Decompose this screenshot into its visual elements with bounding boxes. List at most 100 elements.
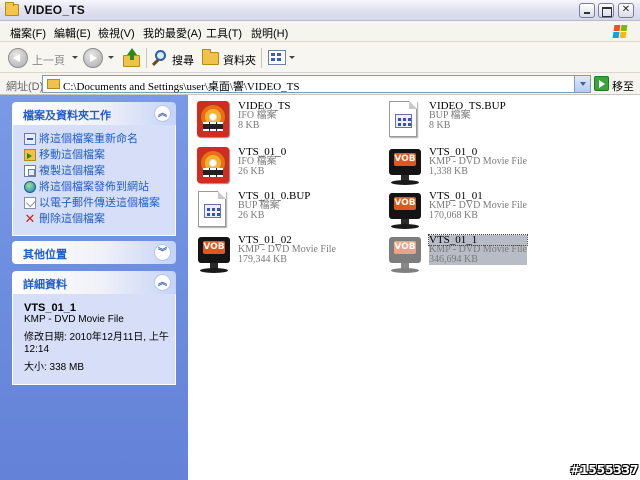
details-header[interactable]: 詳細資料 ︽ — [12, 271, 176, 294]
vob-file-icon: VOB — [196, 235, 230, 273]
folders-label[interactable]: 資料夾 — [223, 52, 256, 68]
menu-view[interactable]: 檢視(V) — [98, 25, 135, 41]
maximize-button[interactable] — [598, 3, 614, 18]
task-pane: 檔案及資料夾工作 ︽ 將這個檔案重新命名 移動這個檔案 複製這個檔案 將這個檔案… — [0, 95, 188, 480]
file-size: 179,344 KB — [238, 254, 287, 265]
details-modified-time: 12:14 — [24, 344, 50, 355]
search-icon[interactable] — [151, 50, 168, 67]
task-label[interactable]: 複製這個檔案 — [39, 165, 105, 177]
details-body: VTS_01_1 KMP - DVD Movie File 修改日期: 2010… — [12, 294, 176, 385]
file-tasks-header[interactable]: 檔案及資料夾工作 ︽ — [12, 102, 176, 125]
details-file-type: KMP - DVD Movie File — [24, 314, 124, 325]
move-icon — [24, 149, 36, 161]
forward-dropdown-icon[interactable] — [108, 56, 114, 59]
back-label[interactable]: 上一頁 — [32, 52, 65, 68]
file-size: 26 KB — [238, 210, 265, 221]
collapse-icon[interactable]: ︽ — [154, 105, 171, 122]
expand-icon[interactable]: ︾ — [154, 244, 171, 261]
file-tasks-body: 將這個檔案重新命名 移動這個檔案 複製這個檔案 將這個檔案發佈到網站 以電子郵件… — [12, 125, 176, 236]
file-item[interactable]: VOB VTS_01_01 KMP - DVD Movie File 170,068… — [383, 189, 573, 233]
bup-file-icon — [387, 101, 421, 139]
other-places-header[interactable]: 其他位置 ︾ — [12, 241, 176, 264]
task-move[interactable]: 移動這個檔案 — [13, 147, 175, 163]
file-tasks-panel: 檔案及資料夾工作 ︽ 將這個檔案重新命名 移動這個檔案 複製這個檔案 將這個檔案… — [12, 102, 176, 236]
address-input[interactable]: C:\Documents and Settings\user\桌面\響\VIDE… — [42, 75, 591, 93]
file-size: 26 KB — [238, 166, 265, 177]
search-label[interactable]: 搜尋 — [172, 52, 194, 68]
views-dropdown-icon[interactable] — [289, 56, 295, 59]
other-places-panel: 其他位置 ︾ — [12, 241, 176, 264]
rename-icon — [24, 133, 36, 145]
file-size: 346,694 KB — [429, 254, 478, 265]
file-item[interactable]: VTS_01_0.BUP BUP 檔案 26 KB — [192, 189, 382, 233]
task-label[interactable]: 移動這個檔案 — [39, 149, 105, 161]
details-file-name: VTS_01_1 — [24, 302, 76, 314]
delete-icon: ✕ — [24, 211, 36, 226]
menu-file[interactable]: 檔案(F) — [10, 25, 46, 41]
details-size: 大小: 338 MB — [24, 362, 85, 373]
ifo-file-icon — [196, 147, 230, 185]
file-item[interactable]: VOB VTS_01_0 KMP - DVD Movie File 1,338 KB — [383, 145, 573, 189]
folders-icon[interactable] — [202, 49, 219, 65]
task-label[interactable]: 將這個檔案發佈到網站 — [39, 181, 149, 193]
address-path[interactable]: C:\Documents and Settings\user\桌面\響\VIDE… — [63, 78, 299, 94]
menu-bar: 檔案(F) 編輯(E) 檢視(V) 我的最愛(A) 工具(T) 說明(H) — [0, 21, 640, 42]
file-item[interactable]: VIDEO_TS.BUP BUP 檔案 8 KB — [383, 99, 573, 143]
forward-button[interactable] — [83, 48, 103, 68]
details-title: 詳細資料 — [23, 279, 67, 291]
folder-icon — [47, 79, 60, 89]
watermark: #1555337 — [570, 463, 639, 477]
minimize-button[interactable] — [579, 3, 595, 18]
file-size: 170,068 KB — [429, 210, 478, 221]
views-icon[interactable] — [268, 50, 286, 65]
collapse-icon[interactable]: ︽ — [154, 274, 171, 291]
details-panel: 詳細資料 ︽ VTS_01_1 KMP - DVD Movie File 修改日… — [12, 271, 176, 385]
vob-file-icon: VOB — [387, 191, 421, 229]
vob-file-icon: VOB — [387, 235, 421, 273]
go-button[interactable]: 移至 — [612, 78, 634, 94]
toolbar-separator — [261, 48, 262, 68]
file-list: VIDEO_TS IFO 檔案 8 KB VIDEO_TS.BUP BUP 檔案 8 K… — [188, 95, 640, 480]
file-size: 1,338 KB — [429, 166, 468, 177]
back-dropdown-icon[interactable] — [72, 56, 78, 59]
menu-tools[interactable]: 工具(T) — [206, 25, 242, 41]
task-publish[interactable]: 將這個檔案發佈到網站 — [13, 179, 175, 195]
task-copy[interactable]: 複製這個檔案 — [13, 163, 175, 179]
bup-file-icon — [196, 191, 230, 229]
title-bar: VIDEO_TS ✕ — [0, 0, 640, 21]
task-label[interactable]: 以電子郵件傳送這個檔案 — [39, 197, 160, 209]
task-label[interactable]: 將這個檔案重新命名 — [39, 133, 138, 145]
email-icon — [24, 197, 36, 209]
file-item[interactable]: VOB VTS_01_02 KMP - DVD Movie File 179,344… — [192, 233, 382, 277]
web-publish-icon — [24, 181, 36, 193]
vob-file-icon: VOB — [387, 147, 421, 185]
folder-icon — [5, 2, 19, 16]
address-bar: 網址(D) C:\Documents and Settings\user\桌面\… — [0, 73, 640, 95]
file-item[interactable]: VTS_01_0 IFO 檔案 26 KB — [192, 145, 382, 189]
task-delete[interactable]: ✕ 刪除這個檔案 — [13, 211, 175, 227]
window-title: VIDEO_TS — [24, 3, 85, 17]
ifo-file-icon — [196, 101, 230, 139]
menu-edit[interactable]: 編輯(E) — [54, 25, 91, 41]
menu-help[interactable]: 說明(H) — [251, 25, 288, 41]
toolbar-separator — [146, 48, 147, 68]
address-label: 網址(D) — [6, 81, 44, 93]
task-rename[interactable]: 將這個檔案重新命名 — [13, 131, 175, 147]
file-size: 8 KB — [238, 120, 260, 131]
file-size: 8 KB — [429, 120, 451, 131]
details-modified: 修改日期: 2010年12月11日, 上午 — [24, 332, 169, 343]
file-item-selected[interactable]: VOB VTS_01_1 KMP - DVD Movie File 346,694 … — [383, 233, 573, 277]
back-button[interactable] — [8, 48, 28, 68]
menu-favorites[interactable]: 我的最愛(A) — [143, 25, 202, 41]
copy-icon — [24, 165, 36, 177]
other-places-title: 其他位置 — [23, 249, 67, 261]
close-button[interactable]: ✕ — [618, 3, 634, 18]
file-item[interactable]: VIDEO_TS IFO 檔案 8 KB — [192, 99, 382, 143]
go-arrow-icon[interactable] — [594, 76, 609, 91]
address-dropdown-icon[interactable] — [574, 76, 590, 92]
task-email[interactable]: 以電子郵件傳送這個檔案 — [13, 195, 175, 211]
windows-logo-icon — [605, 22, 635, 41]
toolbar: 上一頁 搜尋 資料夾 — [0, 42, 640, 73]
task-label[interactable]: 刪除這個檔案 — [39, 213, 105, 225]
up-folder-button[interactable] — [122, 48, 142, 68]
